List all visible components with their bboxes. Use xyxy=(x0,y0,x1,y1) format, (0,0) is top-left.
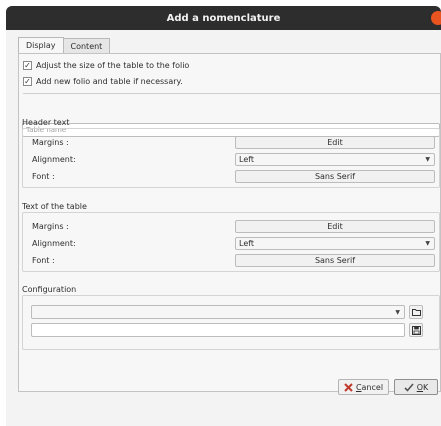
header-alignment-value: Left xyxy=(239,155,255,164)
table-font-button[interactable]: Sans Serif xyxy=(235,254,435,267)
table-text-group: Margins : Edit Alignment: Left ▼ Font : … xyxy=(22,212,440,272)
header-text-heading: Header text xyxy=(22,118,70,127)
configuration-select[interactable]: ▼ xyxy=(31,305,405,319)
title-bar: Add a nomenclature xyxy=(6,6,441,30)
header-text-group: Margins : Edit Alignment: Left ▼ Font : … xyxy=(22,128,440,188)
close-icon[interactable] xyxy=(431,11,441,25)
table-margins-edit-button[interactable]: Edit xyxy=(235,220,435,233)
chevron-down-icon: ▼ xyxy=(425,240,430,247)
adjust-size-checkbox[interactable]: ✓ xyxy=(23,61,32,70)
tab-bar: Display Content xyxy=(18,37,111,53)
ok-label: OK xyxy=(416,382,429,392)
table-alignment-select[interactable]: Left ▼ xyxy=(235,237,435,250)
cancel-button[interactable]: Cancel xyxy=(338,379,389,395)
configuration-heading: Configuration xyxy=(22,285,77,294)
window-title: Add a nomenclature xyxy=(166,12,281,24)
cancel-label: Cancel xyxy=(355,382,384,392)
chevron-down-icon: ▼ xyxy=(425,156,430,163)
separator xyxy=(23,93,440,94)
dialog-body: Display Content ✓ Adjust the size of the… xyxy=(6,30,441,426)
tab-display[interactable]: Display xyxy=(18,37,64,53)
ok-button[interactable]: OK xyxy=(394,379,438,395)
configuration-name-input[interactable] xyxy=(31,323,405,337)
table-text-heading: Text of the table xyxy=(22,202,87,211)
header-margins-label: Margins : xyxy=(32,138,69,147)
save-button[interactable] xyxy=(409,323,423,337)
header-alignment-select[interactable]: Left ▼ xyxy=(235,153,435,166)
header-alignment-label: Alignment: xyxy=(32,155,76,164)
add-folio-label: Add new folio and table if necessary. xyxy=(36,77,183,86)
open-folder-button[interactable] xyxy=(409,305,423,319)
folder-icon xyxy=(411,309,421,316)
header-font-label: Font : xyxy=(32,172,55,181)
adjust-size-label: Adjust the size of the table to the foli… xyxy=(36,61,190,70)
header-margins-edit-button[interactable]: Edit xyxy=(235,136,435,149)
configuration-group: ▼ xyxy=(22,295,440,350)
tab-content[interactable]: Content xyxy=(62,38,111,53)
header-font-button[interactable]: Sans Serif xyxy=(235,170,435,183)
table-margins-label: Margins : xyxy=(32,222,69,231)
cancel-icon xyxy=(344,382,353,392)
chevron-down-icon: ▼ xyxy=(395,309,400,316)
table-alignment-value: Left xyxy=(239,239,255,248)
display-panel: ✓ Adjust the size of the table to the fo… xyxy=(18,53,441,392)
checkmark-icon xyxy=(404,382,414,392)
table-alignment-label: Alignment: xyxy=(32,239,76,248)
add-folio-option[interactable]: ✓ Add new folio and table if necessary. xyxy=(23,77,183,86)
save-icon xyxy=(411,325,421,335)
table-font-label: Font : xyxy=(32,256,55,265)
adjust-size-option[interactable]: ✓ Adjust the size of the table to the fo… xyxy=(23,61,189,70)
add-folio-checkbox[interactable]: ✓ xyxy=(23,77,32,86)
